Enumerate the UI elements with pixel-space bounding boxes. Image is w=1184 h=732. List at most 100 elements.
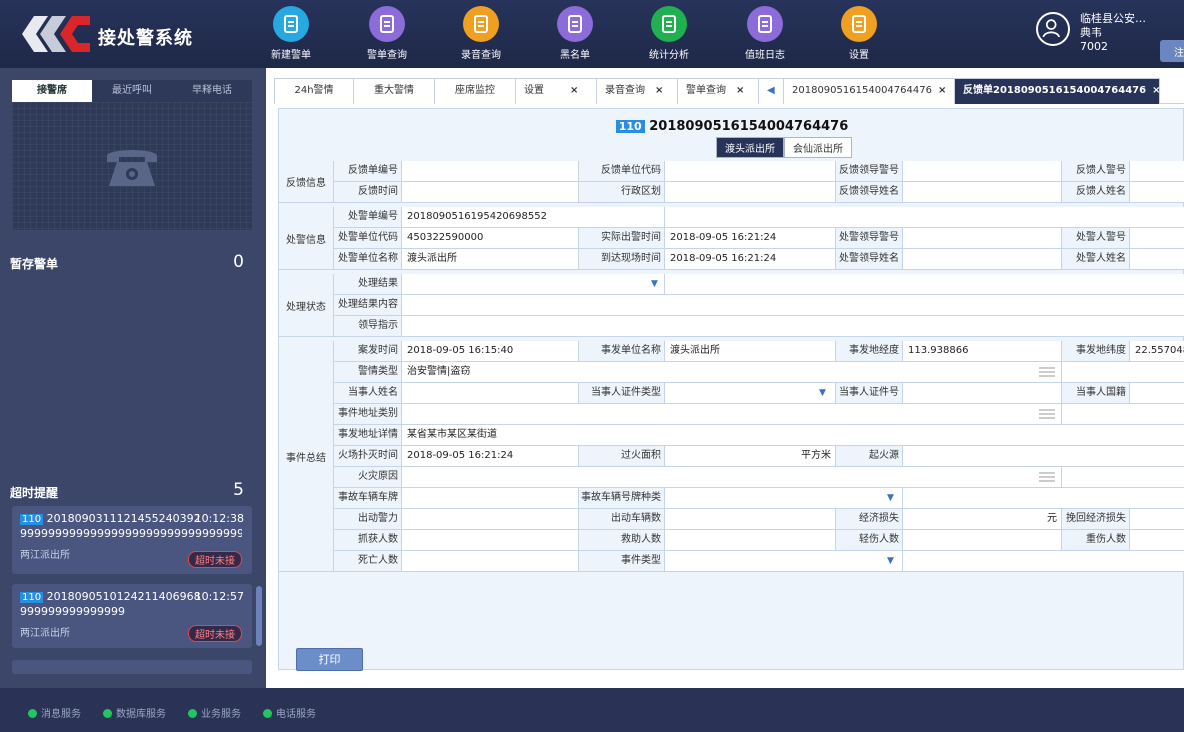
field-value[interactable]: 20180905161954206985​52 (402, 207, 665, 228)
field-label: 死亡人数 (334, 551, 402, 572)
field-value[interactable] (1130, 383, 1184, 404)
field-value[interactable] (665, 383, 836, 404)
user-name: 典韦 (1080, 26, 1102, 39)
field-value[interactable]: 450322590000 (402, 228, 579, 249)
field-label: 案发时间 (334, 341, 402, 362)
field-value[interactable]: 113.938866 (903, 341, 1062, 362)
nav-recording-button[interactable]: 录音查询 (446, 6, 516, 61)
nav-statistics-button[interactable]: 统计分析 (634, 6, 704, 61)
field-value[interactable] (903, 228, 1062, 249)
field-value[interactable] (402, 530, 579, 551)
field-value[interactable]: 治安警情|盗窃 (402, 362, 1062, 383)
field-value[interactable] (1130, 249, 1184, 270)
menu-icon[interactable] (1039, 472, 1055, 482)
tab-seat-monitor[interactable]: 座席监控 (434, 78, 516, 104)
field-value[interactable] (903, 383, 1062, 404)
close-icon[interactable]: × (938, 85, 946, 96)
nav-new-alarm-button[interactable]: 新建警单 (256, 6, 326, 61)
dropdown-arrow-icon[interactable]: ▼ (887, 493, 894, 503)
field-value[interactable] (1130, 182, 1184, 203)
field-value[interactable] (665, 182, 836, 203)
field-value[interactable]: 2018-09-05 16:21:24 (402, 446, 579, 467)
nav-alarm-search-button[interactable]: 警单查询 (352, 6, 422, 61)
field-value[interactable] (665, 509, 836, 530)
logout-button[interactable]: 注 (1160, 40, 1184, 62)
field-value[interactable] (402, 509, 579, 530)
field-value[interactable] (402, 182, 579, 203)
field-value[interactable]: 2018-09-05 16:15:40 (402, 341, 579, 362)
nav-duty-log-button[interactable]: 值班日志 (730, 6, 800, 61)
close-icon[interactable]: × (1152, 85, 1160, 96)
tab-recording[interactable]: 录音查询 × (596, 78, 678, 104)
field-value[interactable] (402, 274, 665, 295)
field-label: 领导指示 (334, 316, 402, 337)
station-huixian[interactable]: 会仙派出所 (784, 137, 852, 158)
timeout-scrollbar[interactable] (256, 586, 262, 646)
field-value[interactable] (402, 383, 579, 404)
field-label: 轻伤人数 (836, 530, 903, 551)
dropdown-arrow-icon[interactable]: ▼ (887, 556, 894, 566)
field-value[interactable] (665, 488, 903, 509)
tab-major[interactable]: 重大警情 (353, 78, 435, 104)
field-value[interactable] (402, 161, 579, 182)
service-business: 业务服务 (188, 705, 241, 720)
dropdown-arrow-icon[interactable]: ▼ (819, 388, 826, 398)
side-tab-recent[interactable]: 最近呼叫 (92, 80, 172, 102)
menu-icon[interactable] (1039, 409, 1055, 419)
tab-24h[interactable]: 24h警情 (274, 78, 354, 104)
station-dutou[interactable]: 渡头派出所 (716, 137, 784, 158)
field-value[interactable] (903, 161, 1062, 182)
field-value[interactable]: 渡头派出所 (402, 249, 579, 270)
nav-settings-button[interactable]: 设置 (824, 6, 894, 61)
section-label: 处警信息 (279, 207, 334, 270)
field-value[interactable]: 2018-09-05 16:21:24 (665, 228, 836, 249)
section-label: 反馈信息 (279, 161, 334, 203)
side-tab-receive[interactable]: 接警席 (12, 80, 92, 102)
field-value[interactable] (1130, 509, 1184, 530)
side-tab-early[interactable]: 早释电话 (172, 80, 252, 102)
field-value[interactable] (665, 530, 836, 551)
field-value[interactable] (1130, 161, 1184, 182)
duty-log-icon (747, 6, 783, 42)
timeout-card[interactable]: 110 20180905101242114069​68 10:12:57 999… (12, 584, 252, 648)
field-value[interactable]: 2018-09-05 16:21:24 (665, 249, 836, 270)
field-value[interactable]: 平方米 (665, 446, 836, 467)
timeout-card[interactable]: 110 20180903111214552403​92 10:12:38 999… (12, 506, 252, 574)
tab-alarm-query[interactable]: 警单查询 × (677, 78, 759, 104)
field-value[interactable] (402, 316, 1184, 337)
field-value[interactable] (402, 295, 1184, 316)
field-value[interactable] (402, 488, 579, 509)
field-value[interactable] (1130, 228, 1184, 249)
close-icon[interactable]: × (736, 85, 744, 96)
nav-blacklist-button[interactable]: 黑名单 (540, 6, 610, 61)
field-value[interactable] (903, 530, 1062, 551)
field-value[interactable] (402, 467, 1062, 488)
menu-icon[interactable] (1039, 367, 1055, 377)
tab-scroll-left-icon[interactable]: ◀ (758, 78, 784, 104)
field-value[interactable] (903, 249, 1062, 270)
field-value[interactable]: 元 (903, 509, 1062, 530)
tab-bar: 24h警情 重大警情 座席监控 设置 × 录音查询 × 警单查询 × ◀ 201809… (274, 78, 1184, 104)
field-label: 当事人证件号 (836, 383, 903, 404)
field-value (665, 207, 1184, 228)
close-icon[interactable]: × (655, 85, 663, 96)
field-value[interactable] (665, 161, 836, 182)
field-label: 反馈人警号 (1062, 161, 1130, 182)
field-value[interactable] (1130, 530, 1184, 551)
field-value[interactable] (402, 551, 579, 572)
tab-record[interactable]: 201809051615400476​4476 × (783, 78, 955, 104)
dropdown-arrow-icon[interactable]: ▼ (651, 279, 658, 289)
field-value[interactable] (402, 404, 1062, 425)
print-button[interactable]: 打印 (296, 648, 363, 671)
tab-feedback[interactable]: 反馈单201809051615400476​4476 × (954, 78, 1160, 104)
field-label: 实际出警时间 (579, 228, 665, 249)
field-value[interactable] (903, 446, 1184, 467)
tab-settings[interactable]: 设置 × (515, 78, 597, 104)
field-value[interactable]: 渡头派出所 (665, 341, 836, 362)
field-value[interactable] (903, 182, 1062, 203)
field-value[interactable]: 22.5570488 (1130, 341, 1184, 362)
close-icon[interactable]: × (570, 85, 578, 96)
field-value[interactable]: 某省某市某区某街道 (402, 425, 1184, 446)
timeout-card-partial[interactable] (12, 660, 252, 674)
field-value[interactable] (665, 551, 903, 572)
